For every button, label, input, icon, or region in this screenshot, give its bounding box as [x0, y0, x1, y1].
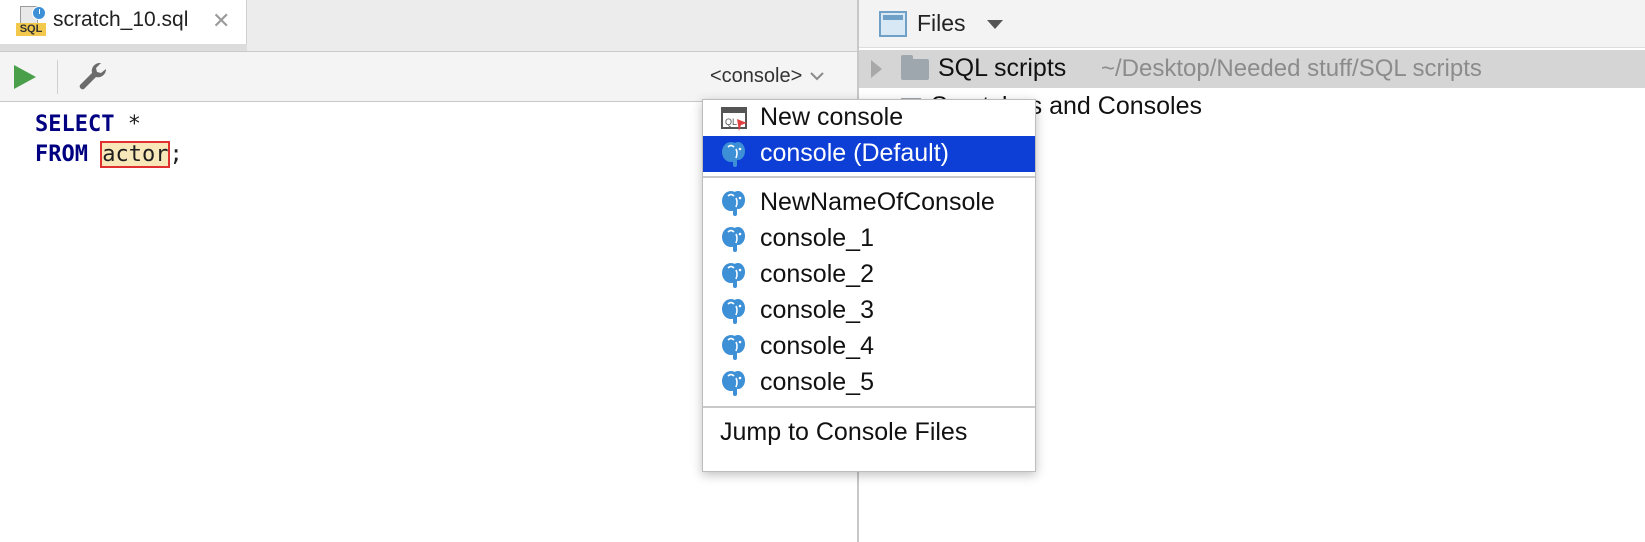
chevron-down-icon: [810, 72, 825, 81]
close-icon[interactable]: ✕: [212, 8, 230, 34]
tree-item-path: ~/Desktop/Needed stuff/SQL scripts: [1101, 55, 1482, 82]
menu-item-console[interactable]: console_4: [703, 329, 1035, 365]
postgresql-elephant-icon: [721, 262, 746, 289]
console-selector-label: <console>: [710, 64, 803, 87]
menu-item-label: console (Default): [760, 139, 949, 167]
table-identifier-actor[interactable]: actor: [100, 141, 171, 168]
code-line-1: SELECT *: [35, 110, 141, 140]
menu-item-jump-to-console-files[interactable]: Jump to Console Files: [703, 415, 1035, 451]
menu-item-label: console_4: [760, 332, 874, 360]
menu-item-console-default[interactable]: console (Default): [703, 136, 1035, 172]
editor-tab-title: scratch_10.sql: [53, 8, 189, 31]
menu-item-console[interactable]: console_3: [703, 293, 1035, 329]
toolbar-divider: [57, 60, 58, 94]
expand-arrow-icon[interactable]: [871, 60, 882, 78]
postgresql-elephant-icon: [721, 298, 746, 325]
run-icon[interactable]: [14, 65, 36, 89]
console-popup-menu: QL New console console (Default) NewName…: [702, 99, 1036, 472]
menu-item-new-console[interactable]: QL New console: [703, 100, 1035, 136]
wrench-icon[interactable]: [76, 60, 108, 94]
postgresql-elephant-icon: [721, 141, 746, 168]
new-console-icon: QL: [721, 107, 747, 131]
postgresql-elephant-icon: [721, 190, 746, 217]
postgresql-elephant-icon: [721, 370, 746, 397]
files-header: Files: [859, 0, 1645, 48]
select-star: *: [114, 112, 141, 137]
menu-item-label: Jump to Console Files: [720, 418, 968, 446]
menu-item-console[interactable]: console_5: [703, 365, 1035, 401]
svg-text:QL: QL: [725, 117, 737, 127]
triangle-down-icon[interactable]: [987, 20, 1003, 29]
tree-item-sql-scripts[interactable]: SQL scripts ~/Desktop/Needed stuff/SQL s…: [859, 50, 1645, 88]
menu-separator: [703, 406, 1035, 408]
menu-item-label: New console: [760, 103, 904, 131]
sql-keyword-from: FROM: [35, 142, 88, 167]
menu-separator: [703, 176, 1035, 178]
editor-tab-bar: SQL scratch_10.sql ✕: [0, 0, 857, 52]
menu-item-label: console_3: [760, 296, 874, 324]
statement-terminator: ;: [169, 142, 183, 167]
sql-badge-text: SQL: [16, 23, 46, 36]
postgresql-elephant-icon: [721, 226, 746, 253]
code-line-2: FROM actor;: [35, 140, 183, 170]
console-selector-dropdown[interactable]: <console>: [710, 62, 826, 90]
sql-scratch-file-icon: SQL: [16, 6, 46, 38]
menu-item-label: console_1: [760, 224, 874, 252]
files-panel-title: Files: [917, 10, 966, 36]
editor-toolbar: <console>: [0, 52, 857, 102]
menu-item-console[interactable]: console_1: [703, 221, 1035, 257]
tree-item-label: SQL scripts: [938, 54, 1067, 82]
menu-item-label: console_2: [760, 260, 874, 288]
editor-tab-scratch[interactable]: SQL scratch_10.sql ✕: [0, 0, 247, 44]
menu-item-console[interactable]: console_2: [703, 257, 1035, 293]
sql-keyword-select: SELECT: [35, 112, 115, 137]
menu-item-label: console_5: [760, 368, 874, 396]
files-panel-icon: [879, 11, 907, 37]
menu-item-console[interactable]: NewNameOfConsole: [703, 185, 1035, 221]
tab-active-underline: [0, 44, 247, 51]
postgresql-elephant-icon: [721, 334, 746, 361]
menu-item-label: NewNameOfConsole: [760, 188, 995, 216]
folder-icon: [901, 55, 929, 80]
